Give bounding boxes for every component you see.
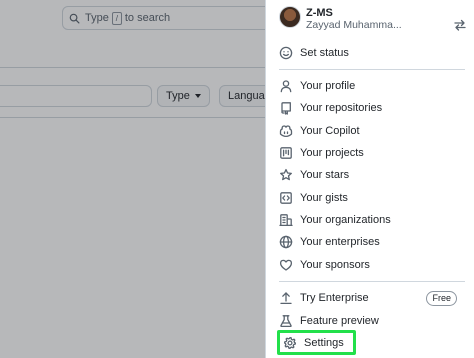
menu-item-your-stars[interactable]: Your stars <box>279 165 465 185</box>
menu-item-label: Your stars <box>300 169 350 181</box>
menu-item-label: Your enterprises <box>300 236 380 248</box>
menu-item-your-organizations[interactable]: Your organizations <box>279 210 465 230</box>
menu-item-your-enterprises[interactable]: Your enterprises <box>279 232 465 252</box>
menu-item-set-status[interactable]: Set status <box>279 43 465 63</box>
menu-item-settings[interactable]: Settings <box>277 330 356 355</box>
menu-item-label: Your projects <box>300 147 364 159</box>
free-badge: Free <box>426 291 457 306</box>
repo-icon <box>279 101 293 115</box>
menu-item-label: Your profile <box>300 80 356 92</box>
globe-icon <box>279 235 293 249</box>
menu-item-label: Your organizations <box>300 214 391 226</box>
menu-item-feature-preview[interactable]: Feature preview <box>279 311 465 331</box>
upload-icon <box>279 291 293 305</box>
avatar <box>279 6 301 28</box>
project-icon <box>279 146 293 160</box>
account-menu-panel: Z-MS Zayyad Muhamma... Set status Your p… <box>265 0 474 358</box>
heart-icon <box>279 258 293 272</box>
account-header: Z-MS Zayyad Muhamma... <box>279 6 467 32</box>
menu-item-your-gists[interactable]: Your gists <box>279 188 465 208</box>
menu-item-your-copilot[interactable]: Your Copilot <box>279 121 465 141</box>
menu-item-label: Settings <box>304 336 344 349</box>
menu-item-label: Feature preview <box>300 315 379 327</box>
menu-item-your-projects[interactable]: Your projects <box>279 143 465 163</box>
menu-item-label: Try Enterprise <box>300 292 369 304</box>
menu-divider <box>279 69 465 70</box>
arrow-switch-icon[interactable] <box>453 18 467 32</box>
menu-item-label: Your gists <box>300 192 348 204</box>
menu-item-label: Your sponsors <box>300 259 370 271</box>
menu-item-try-enterprise[interactable]: Try Enterprise Free <box>279 288 465 308</box>
copilot-icon <box>279 124 293 138</box>
gear-icon <box>283 336 297 350</box>
person-icon <box>279 79 293 93</box>
menu-item-label: Set status <box>300 47 349 59</box>
beaker-icon <box>279 314 293 328</box>
organization-icon <box>279 213 293 227</box>
menu-item-your-profile[interactable]: Your profile <box>279 76 465 96</box>
menu-item-label: Your repositories <box>300 102 383 114</box>
smiley-icon <box>279 46 293 60</box>
menu-item-label: Your Copilot <box>300 125 360 137</box>
menu-item-your-sponsors[interactable]: Your sponsors <box>279 255 465 275</box>
username: Z-MS <box>306 7 333 19</box>
user-full-name: Zayyad Muhamma... <box>306 19 402 31</box>
star-icon <box>279 168 293 182</box>
code-square-icon <box>279 191 293 205</box>
menu-divider <box>279 281 465 282</box>
menu-item-your-repositories[interactable]: Your repositories <box>279 98 465 118</box>
